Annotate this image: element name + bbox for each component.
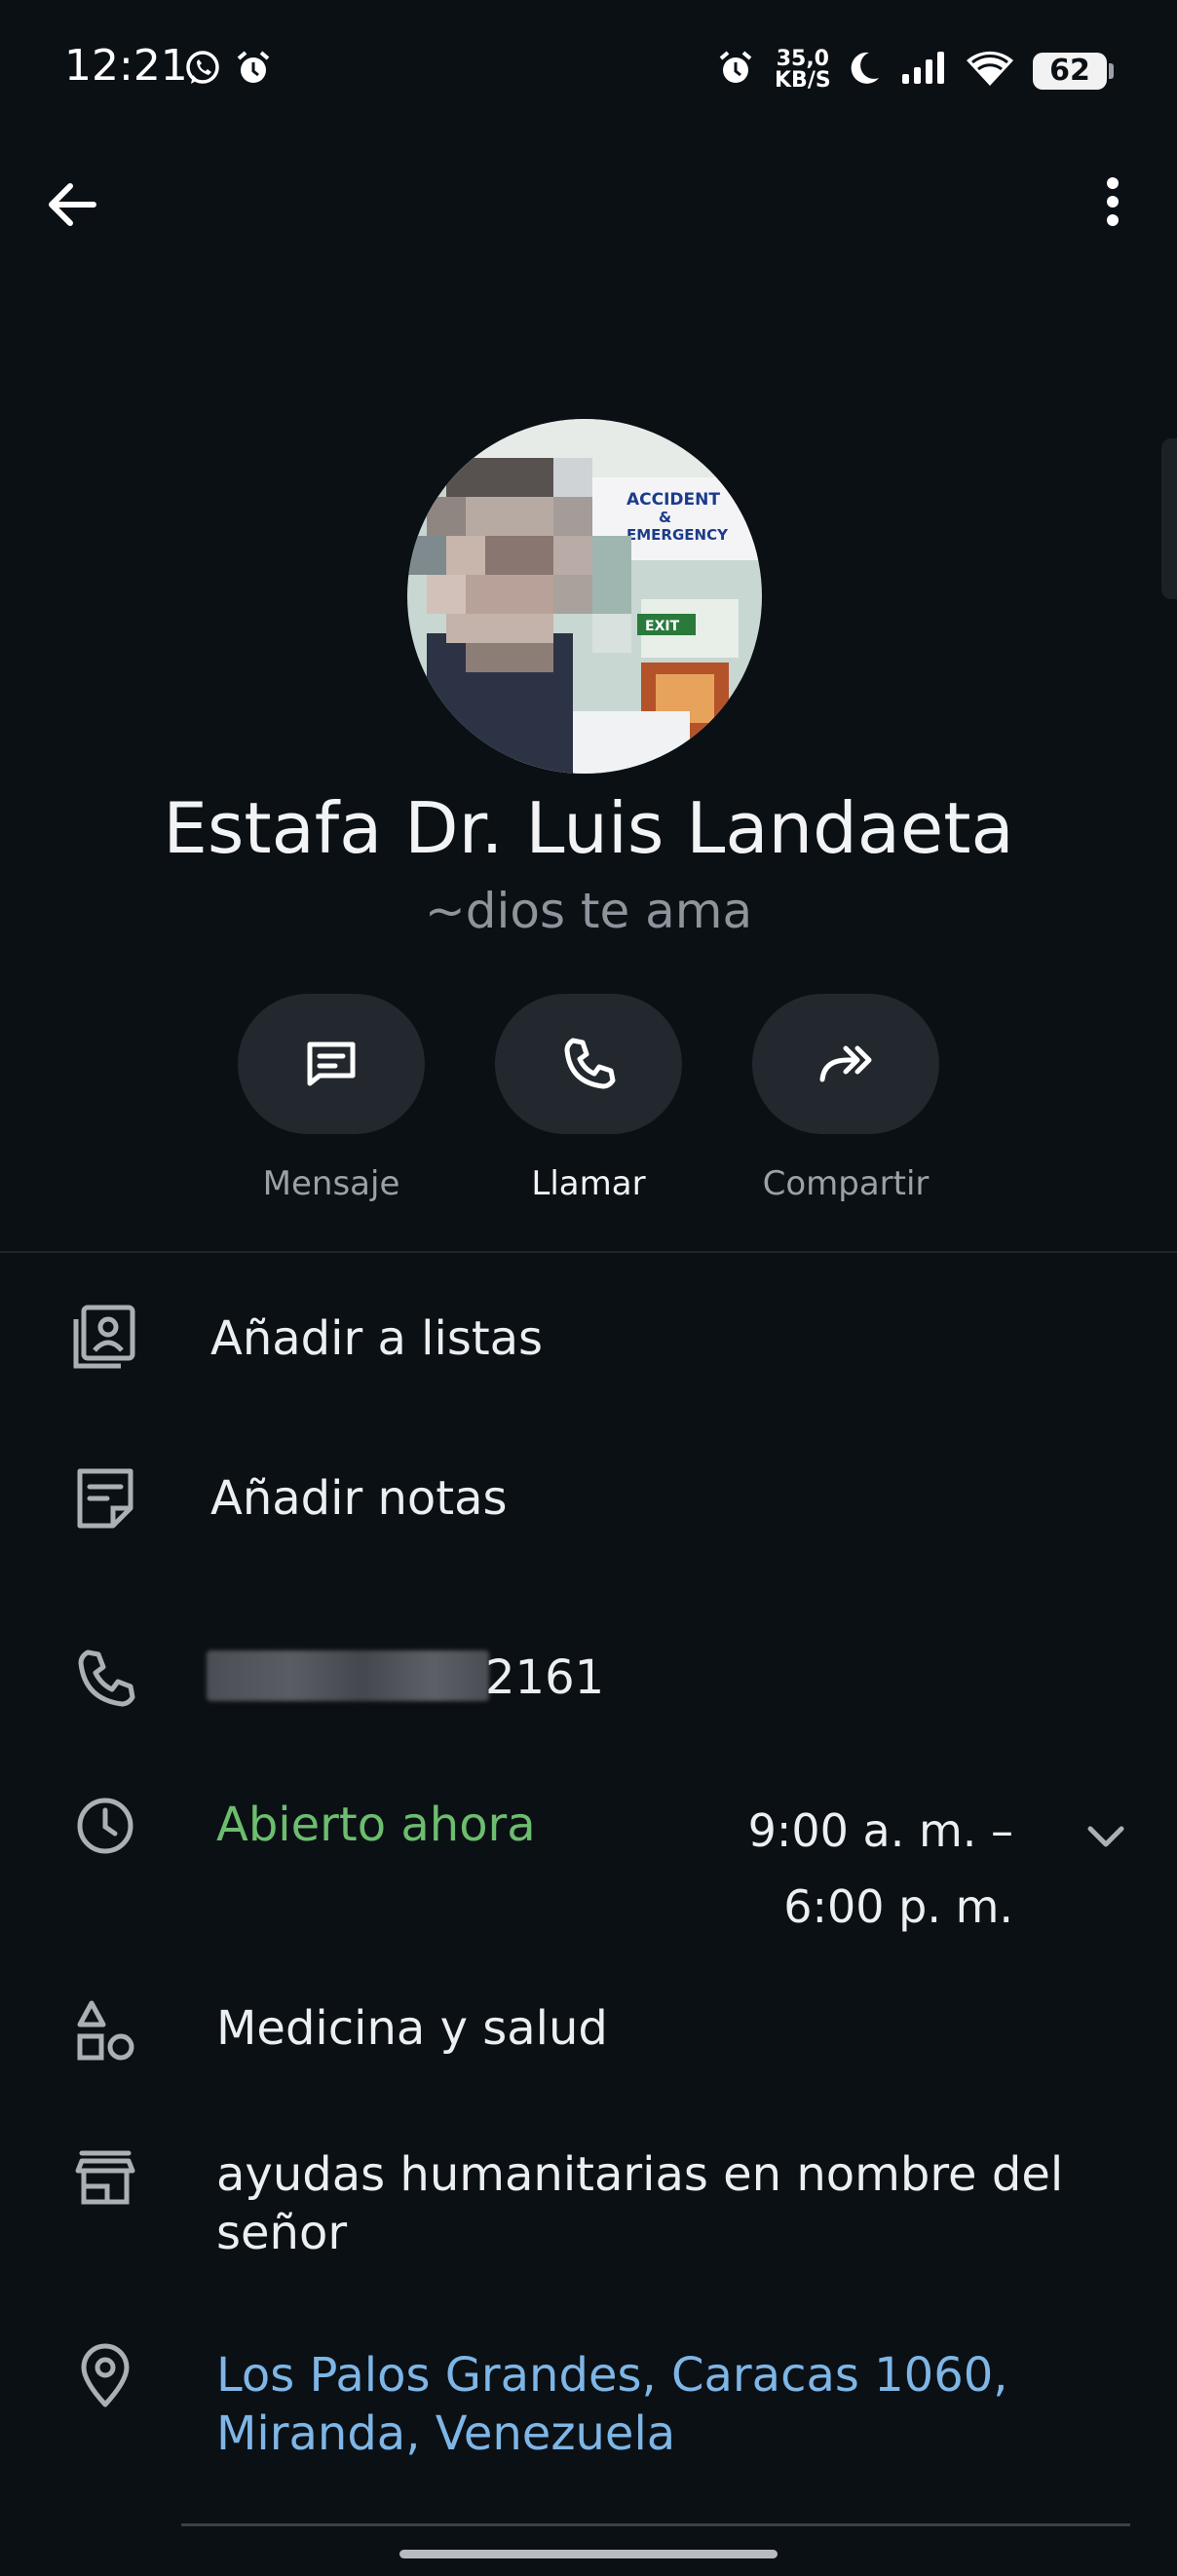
alarm-icon (237, 51, 270, 83)
share-icon (819, 1045, 872, 1082)
business-description: ayudas humanitarias en nombre del señor (216, 2145, 1063, 2262)
description-line-1: ayudas humanitarias en nombre del (216, 2147, 1064, 2202)
map-preview-edge (181, 2523, 1130, 2526)
contact-name: Estafa Dr. Luis Landaeta (163, 787, 1014, 869)
avatar-image: ACCIDENT & EMERGENCY EXIT (407, 419, 762, 774)
notes-icon (68, 1461, 142, 1535)
share-button[interactable] (752, 994, 939, 1134)
category-icon (68, 1995, 142, 2069)
battery-cap (1109, 63, 1114, 79)
contact-about: ~dios te ama (424, 883, 753, 939)
network-speed-value: 35,0 (776, 47, 829, 71)
avatar-sign-emergency: EMERGENCY (626, 526, 729, 544)
clock-icon (68, 1789, 142, 1863)
address-line-2: Miranda, Venezuela (216, 2406, 676, 2461)
message-button[interactable] (238, 994, 425, 1134)
phone-icon (564, 1038, 616, 1089)
add-notes-button[interactable]: Añadir notas (210, 1469, 508, 1528)
call-button[interactable] (495, 994, 682, 1134)
message-icon (307, 1042, 356, 1086)
avatar[interactable]: ACCIDENT & EMERGENCY EXIT (407, 419, 762, 774)
scroll-edge-handle[interactable] (1161, 438, 1177, 599)
message-label: Mensaje (262, 1164, 400, 1203)
add-to-lists-button[interactable]: Añadir a listas (210, 1309, 543, 1368)
avatar-sign-accident: ACCIDENT (626, 490, 720, 510)
hours-line-1: 9:00 a. m. – (747, 1804, 1013, 1857)
phone-number[interactable]: 2161 (485, 1648, 604, 1707)
hours-line-2: 6:00 p. m. (783, 1880, 1013, 1933)
more-vertical-icon (1107, 177, 1119, 226)
business-category: Medicina y salud (216, 2001, 608, 2056)
network-speed: 35,0 KB/S (775, 49, 831, 92)
avatar-sign-and: & (659, 509, 671, 526)
phone-number-redacted (207, 1650, 489, 1701)
wifi-icon (967, 51, 1013, 86)
expand-hours-button[interactable] (1072, 1802, 1140, 1871)
business-hours: 9:00 a. m. – 6:00 p. m. (682, 1793, 1013, 1945)
whatsapp-icon (186, 51, 219, 84)
store-icon (68, 2141, 142, 2216)
back-button[interactable] (33, 166, 111, 244)
arrow-left-icon (49, 183, 96, 226)
signal-icon (902, 52, 944, 84)
share-label: Compartir (762, 1164, 930, 1203)
home-indicator[interactable] (399, 2550, 778, 2558)
more-options-button[interactable] (1074, 166, 1152, 244)
call-label: Llamar (531, 1164, 646, 1203)
moon-icon (851, 52, 879, 84)
contact-lists-icon (68, 1300, 142, 1374)
chevron-down-icon (1087, 1826, 1124, 1847)
section-divider (0, 1251, 1177, 1253)
network-speed-unit: KB/S (775, 68, 831, 93)
description-line-2: señor (216, 2206, 348, 2260)
alarm-icon (719, 51, 752, 83)
status-time: 12:21 (64, 41, 188, 91)
location-pin-icon (68, 2338, 142, 2412)
avatar-sign-exit: EXIT (645, 619, 680, 634)
open-status: Abierto ahora (216, 1798, 536, 1852)
battery-icon: 62 (1033, 53, 1107, 90)
phone-icon (68, 1643, 142, 1717)
business-address-link[interactable]: Los Palos Grandes, Caracas 1060, Miranda… (216, 2346, 1008, 2463)
address-line-1: Los Palos Grandes, Caracas 1060, (216, 2348, 1008, 2403)
